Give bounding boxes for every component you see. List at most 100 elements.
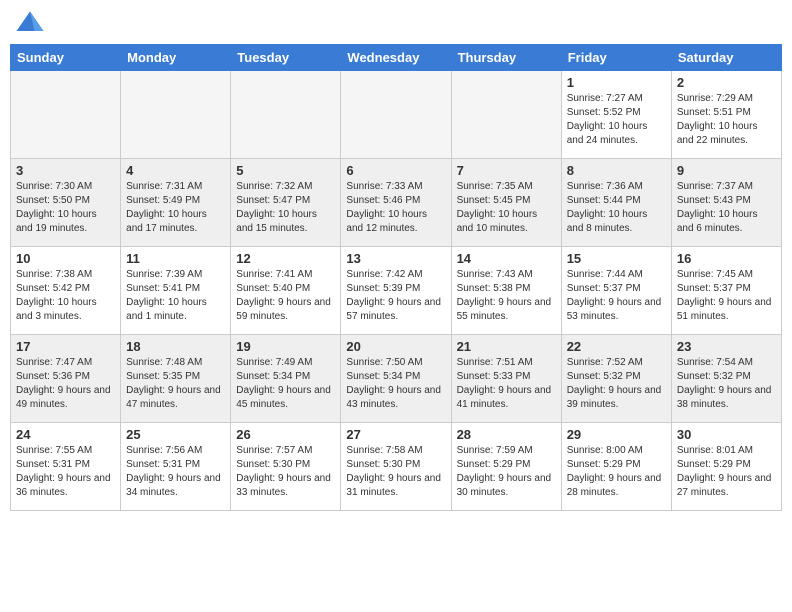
calendar-cell	[451, 71, 561, 159]
day-number: 11	[126, 251, 225, 266]
day-number: 5	[236, 163, 335, 178]
day-number: 27	[346, 427, 445, 442]
calendar-cell: 2Sunrise: 7:29 AMSunset: 5:51 PMDaylight…	[671, 71, 781, 159]
day-header: Friday	[561, 45, 671, 71]
calendar-cell: 13 Sunrise: 7:42 AMSunset: 5:39 PMDayligh…	[341, 247, 451, 335]
day-number: 1	[567, 75, 666, 90]
day-number: 7	[457, 163, 556, 178]
calendar-cell	[121, 71, 231, 159]
day-info: Sunrise: 7:30 AMSunset: 5:50 PMDaylight:…	[16, 180, 115, 236]
day-info: Sunrise: 7:37 AMSunset: 5:43 PMDaylight:…	[677, 180, 776, 236]
day-info: Sunrise: 8:00 AMSunset: 5:29 PMDaylight:…	[567, 444, 666, 500]
day-number: 28	[457, 427, 556, 442]
day-info: Sunrise: 7:58 AMSunset: 5:30 PMDaylight:…	[346, 444, 445, 500]
day-info: Sunrise: 7:54 AMSunset: 5:32 PMDaylight:…	[677, 356, 776, 412]
day-number: 2	[677, 75, 776, 90]
calendar-cell	[341, 71, 451, 159]
calendar-cell: 16 Sunrise: 7:45 AMSunset: 5:37 PMDayligh…	[671, 247, 781, 335]
logo	[15, 10, 49, 34]
day-number: 23	[677, 339, 776, 354]
calendar-cell: 17 Sunrise: 7:47 AMSunset: 5:36 PMDayligh…	[11, 335, 121, 423]
day-header: Tuesday	[231, 45, 341, 71]
calendar-cell: 3 Sunrise: 7:30 AMSunset: 5:50 PMDaylight…	[11, 159, 121, 247]
calendar-cell: 8 Sunrise: 7:36 AMSunset: 5:44 PMDaylight…	[561, 159, 671, 247]
day-info: Sunrise: 7:35 AMSunset: 5:45 PMDaylight:…	[457, 180, 556, 236]
day-info: Sunrise: 7:48 AMSunset: 5:35 PMDaylight:…	[126, 356, 225, 412]
day-number: 14	[457, 251, 556, 266]
day-info: Sunrise: 7:52 AMSunset: 5:32 PMDaylight:…	[567, 356, 666, 412]
calendar-header-row: SundayMondayTuesdayWednesdayThursdayFrid…	[11, 45, 782, 71]
day-info: Sunrise: 7:36 AMSunset: 5:44 PMDaylight:…	[567, 180, 666, 236]
day-info: Sunrise: 7:55 AMSunset: 5:31 PMDaylight:…	[16, 444, 115, 500]
day-number: 24	[16, 427, 115, 442]
calendar-cell: 26 Sunrise: 7:57 AMSunset: 5:30 PMDayligh…	[231, 423, 341, 511]
calendar-cell: 5 Sunrise: 7:32 AMSunset: 5:47 PMDaylight…	[231, 159, 341, 247]
calendar-cell: 29Sunrise: 8:00 AMSunset: 5:29 PMDayligh…	[561, 423, 671, 511]
day-number: 12	[236, 251, 335, 266]
day-number: 10	[16, 251, 115, 266]
calendar-week-row: 10Sunrise: 7:38 AMSunset: 5:42 PMDayligh…	[11, 247, 782, 335]
day-number: 4	[126, 163, 225, 178]
day-header: Saturday	[671, 45, 781, 71]
calendar-cell: 9 Sunrise: 7:37 AMSunset: 5:43 PMDaylight…	[671, 159, 781, 247]
day-info: Sunrise: 7:42 AMSunset: 5:39 PMDaylight:…	[346, 268, 445, 324]
calendar-cell: 11 Sunrise: 7:39 AMSunset: 5:41 PMDayligh…	[121, 247, 231, 335]
day-info: Sunrise: 7:33 AMSunset: 5:46 PMDaylight:…	[346, 180, 445, 236]
calendar-week-row: 1 Sunrise: 7:27 AMSunset: 5:52 PMDaylight…	[11, 71, 782, 159]
day-info: Sunrise: 7:43 AMSunset: 5:38 PMDaylight:…	[457, 268, 556, 324]
day-info: Sunrise: 7:51 AMSunset: 5:33 PMDaylight:…	[457, 356, 556, 412]
header	[10, 10, 782, 34]
day-info: Sunrise: 8:01 AMSunset: 5:29 PMDaylight:…	[677, 444, 776, 500]
day-info: Sunrise: 7:45 AMSunset: 5:37 PMDaylight:…	[677, 268, 776, 324]
calendar-cell	[231, 71, 341, 159]
day-number: 26	[236, 427, 335, 442]
calendar-cell: 21 Sunrise: 7:51 AMSunset: 5:33 PMDayligh…	[451, 335, 561, 423]
logo-icon	[15, 10, 45, 34]
day-number: 13	[346, 251, 445, 266]
day-number: 17	[16, 339, 115, 354]
calendar: SundayMondayTuesdayWednesdayThursdayFrid…	[10, 44, 782, 511]
day-info: Sunrise: 7:57 AMSunset: 5:30 PMDaylight:…	[236, 444, 335, 500]
day-info: Sunrise: 7:49 AMSunset: 5:34 PMDaylight:…	[236, 356, 335, 412]
calendar-cell: 12 Sunrise: 7:41 AMSunset: 5:40 PMDayligh…	[231, 247, 341, 335]
day-number: 15	[567, 251, 666, 266]
day-number: 16	[677, 251, 776, 266]
calendar-cell: 15 Sunrise: 7:44 AMSunset: 5:37 PMDayligh…	[561, 247, 671, 335]
day-info: Sunrise: 7:27 AMSunset: 5:52 PMDaylight:…	[567, 92, 666, 148]
day-number: 25	[126, 427, 225, 442]
day-number: 21	[457, 339, 556, 354]
calendar-cell: 10Sunrise: 7:38 AMSunset: 5:42 PMDayligh…	[11, 247, 121, 335]
calendar-cell: 6 Sunrise: 7:33 AMSunset: 5:46 PMDaylight…	[341, 159, 451, 247]
calendar-cell: 7 Sunrise: 7:35 AMSunset: 5:45 PMDaylight…	[451, 159, 561, 247]
day-number: 20	[346, 339, 445, 354]
day-header: Wednesday	[341, 45, 451, 71]
calendar-cell: 28 Sunrise: 7:59 AMSunset: 5:29 PMDayligh…	[451, 423, 561, 511]
day-info: Sunrise: 7:41 AMSunset: 5:40 PMDaylight:…	[236, 268, 335, 324]
calendar-cell: 18 Sunrise: 7:48 AMSunset: 5:35 PMDayligh…	[121, 335, 231, 423]
day-number: 6	[346, 163, 445, 178]
day-info: Sunrise: 7:39 AMSunset: 5:41 PMDaylight:…	[126, 268, 225, 324]
calendar-cell: 1 Sunrise: 7:27 AMSunset: 5:52 PMDaylight…	[561, 71, 671, 159]
day-number: 9	[677, 163, 776, 178]
calendar-cell: 4Sunrise: 7:31 AMSunset: 5:49 PMDaylight…	[121, 159, 231, 247]
calendar-cell	[11, 71, 121, 159]
day-number: 3	[16, 163, 115, 178]
calendar-cell: 24 Sunrise: 7:55 AMSunset: 5:31 PMDayligh…	[11, 423, 121, 511]
calendar-cell: 22 Sunrise: 7:52 AMSunset: 5:32 PMDayligh…	[561, 335, 671, 423]
day-info: Sunrise: 7:47 AMSunset: 5:36 PMDaylight:…	[16, 356, 115, 412]
day-info: Sunrise: 7:32 AMSunset: 5:47 PMDaylight:…	[236, 180, 335, 236]
day-number: 22	[567, 339, 666, 354]
day-info: Sunrise: 7:56 AMSunset: 5:31 PMDaylight:…	[126, 444, 225, 500]
calendar-cell: 14 Sunrise: 7:43 AMSunset: 5:38 PMDayligh…	[451, 247, 561, 335]
day-number: 18	[126, 339, 225, 354]
calendar-cell: 19Sunrise: 7:49 AMSunset: 5:34 PMDayligh…	[231, 335, 341, 423]
calendar-cell: 30 Sunrise: 8:01 AMSunset: 5:29 PMDayligh…	[671, 423, 781, 511]
day-info: Sunrise: 7:59 AMSunset: 5:29 PMDaylight:…	[457, 444, 556, 500]
calendar-cell: 23 Sunrise: 7:54 AMSunset: 5:32 PMDayligh…	[671, 335, 781, 423]
day-info: Sunrise: 7:50 AMSunset: 5:34 PMDaylight:…	[346, 356, 445, 412]
day-info: Sunrise: 7:44 AMSunset: 5:37 PMDaylight:…	[567, 268, 666, 324]
day-header: Sunday	[11, 45, 121, 71]
day-number: 8	[567, 163, 666, 178]
day-number: 30	[677, 427, 776, 442]
calendar-cell: 27 Sunrise: 7:58 AMSunset: 5:30 PMDayligh…	[341, 423, 451, 511]
